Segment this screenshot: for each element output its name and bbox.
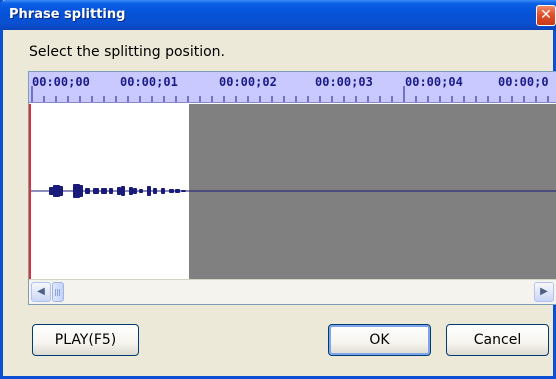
close-icon: ✕ [540, 7, 552, 23]
window-title: Phrase splitting [9, 7, 126, 22]
ruler-label-1: 00:00;01 [120, 75, 178, 89]
close-button[interactable]: ✕ [536, 5, 556, 26]
ruler-label-0: 00:00;00 [32, 75, 90, 89]
scroll-left-button[interactable]: ◀ [31, 282, 51, 302]
grip-icon [55, 289, 61, 296]
ruler-ticks [31, 86, 549, 102]
ok-button[interactable]: OK [328, 324, 431, 356]
scroll-right-button[interactable]: ▶ [534, 282, 554, 302]
ruler-label-5: 00:00;0 [498, 75, 549, 89]
arrow-left-icon: ◀ [37, 286, 45, 297]
arrow-right-icon: ▶ [540, 286, 548, 297]
instruction-text: Select the splitting position. [29, 44, 226, 60]
title-bar[interactable]: Phrase splitting ✕ [0, 0, 556, 30]
ruler-label-2: 00:00;02 [219, 75, 277, 89]
ruler-label-4: 00:00;04 [405, 75, 463, 89]
cancel-button[interactable]: Cancel [446, 324, 549, 356]
phrase-splitting-dialog: Phrase splitting ✕ Select the splitting … [0, 0, 556, 379]
time-ruler[interactable]: 00:00;00 00:00;01 00:00;02 00:00;03 00:0… [29, 72, 556, 103]
scroll-thumb[interactable] [52, 282, 64, 302]
timeline-panel[interactable]: 00:00;00 00:00;01 00:00;02 00:00;03 00:0… [28, 71, 556, 305]
split-position-marker[interactable] [29, 104, 31, 279]
audio-waveform [29, 184, 556, 198]
ruler-label-3: 00:00;03 [315, 75, 373, 89]
horizontal-scrollbar[interactable]: ◀ ▶ [29, 279, 556, 304]
play-button[interactable]: PLAY(F5) [32, 324, 139, 356]
waveform-area[interactable] [29, 104, 556, 279]
